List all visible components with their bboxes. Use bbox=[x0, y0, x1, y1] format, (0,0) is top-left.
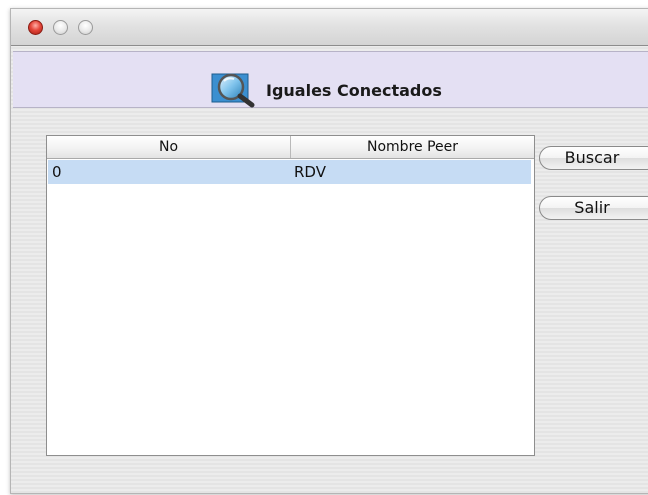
cell-no: 0 bbox=[52, 163, 62, 181]
window-title: Iguales Conectados bbox=[266, 81, 442, 100]
column-header-nombre-peer[interactable]: Nombre Peer bbox=[291, 136, 534, 158]
minimize-button[interactable] bbox=[53, 20, 68, 35]
header-banner: Iguales Conectados bbox=[13, 51, 648, 108]
peers-table[interactable]: No Nombre Peer 0 RDV bbox=[46, 135, 535, 456]
app-window: Iguales Conectados No Nombre Peer 0 RDV … bbox=[10, 8, 648, 494]
search-button[interactable]: Buscar bbox=[539, 146, 648, 170]
close-button[interactable] bbox=[28, 20, 43, 35]
title-bar[interactable] bbox=[11, 9, 648, 46]
exit-button[interactable]: Salir bbox=[539, 196, 648, 220]
zoom-button[interactable] bbox=[78, 20, 93, 35]
column-header-no[interactable]: No bbox=[47, 136, 291, 158]
table-row[interactable]: 0 RDV bbox=[48, 160, 531, 184]
magnifier-icon bbox=[210, 68, 256, 108]
table-header: No Nombre Peer bbox=[47, 136, 534, 159]
cell-nombre-peer: RDV bbox=[294, 163, 326, 181]
